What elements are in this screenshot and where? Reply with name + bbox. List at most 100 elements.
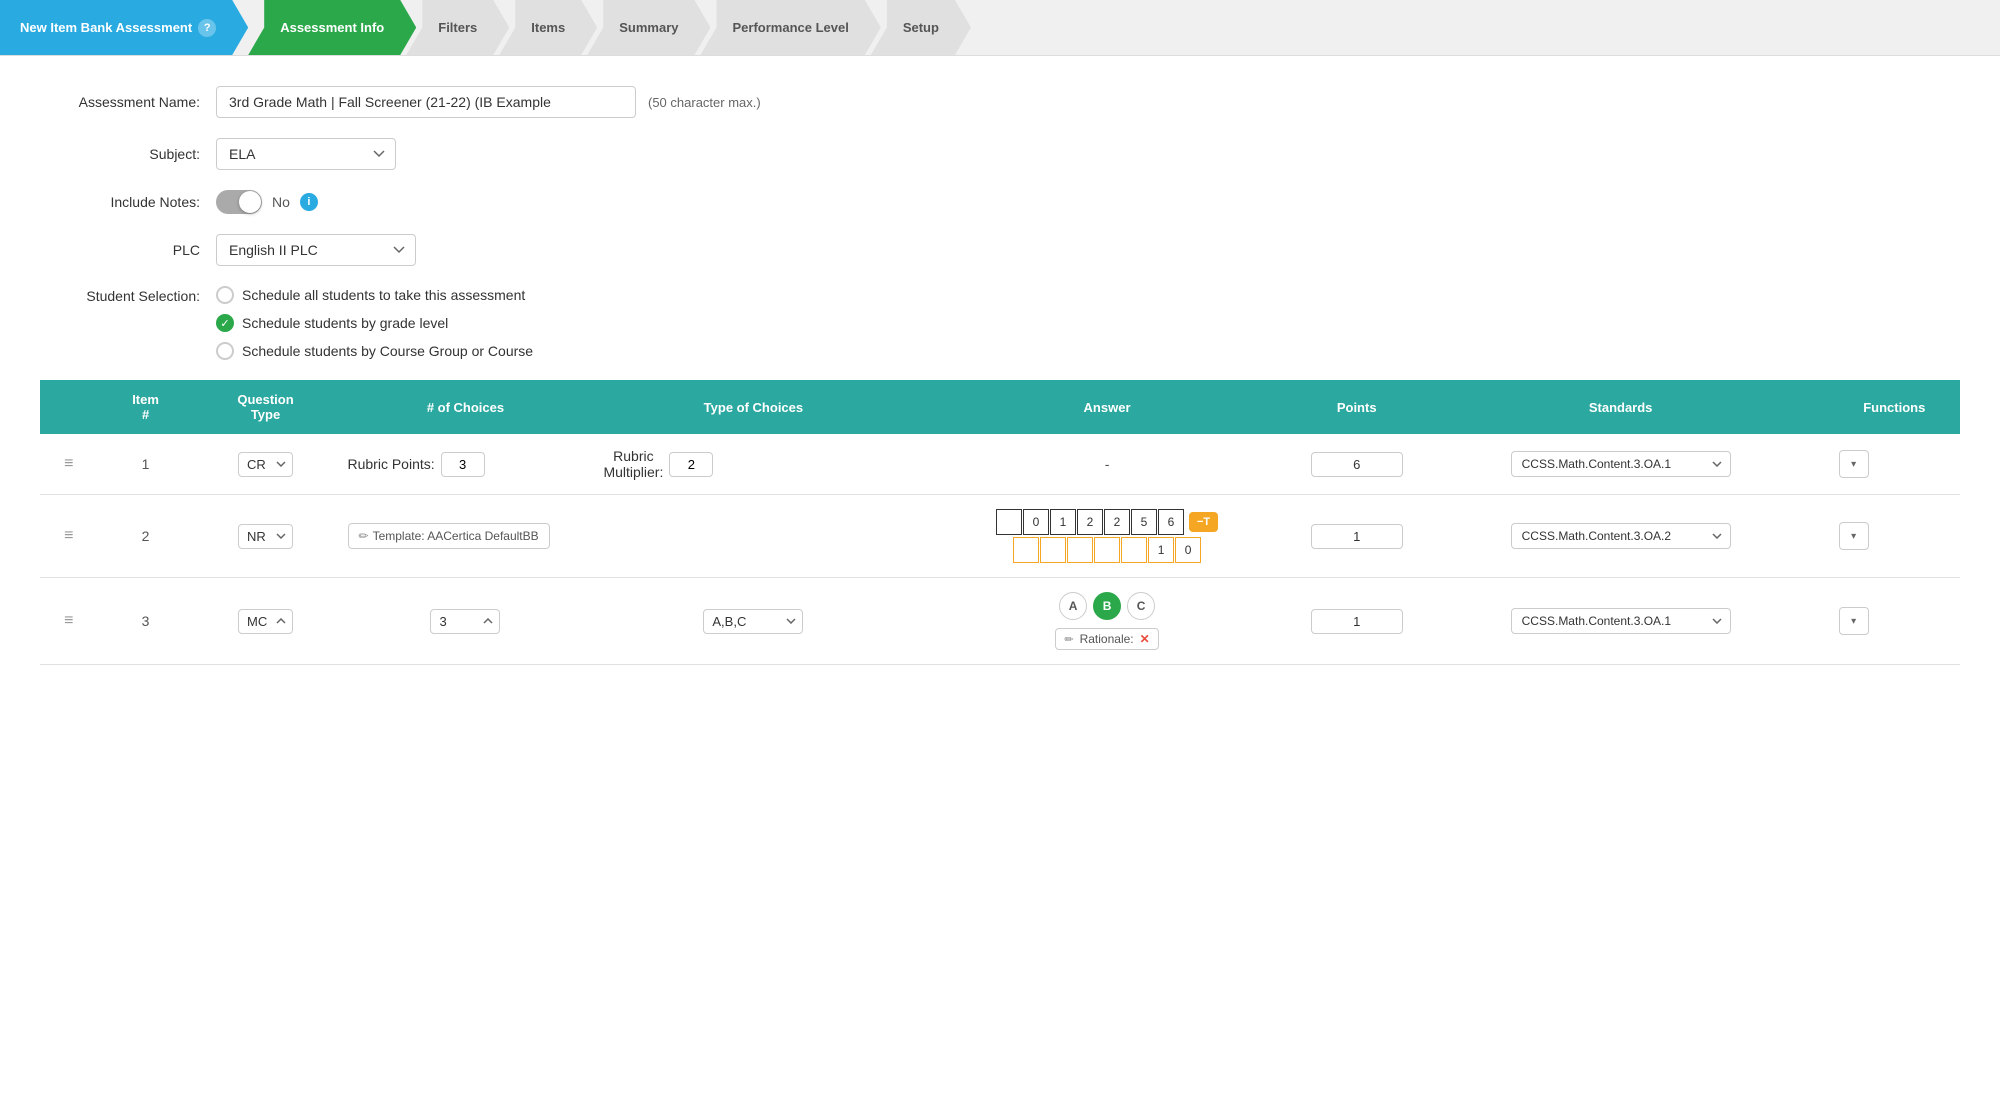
type-choices-cell-2 <box>593 495 913 578</box>
question-type-select-3[interactable]: MC CR NR <box>238 609 293 634</box>
answer-cell-1: - <box>913 434 1300 495</box>
mc-circles-3: A B C <box>1059 592 1155 620</box>
col-item-num: Item# <box>98 380 194 434</box>
mc-circle-C[interactable]: C <box>1127 592 1155 620</box>
subject-select[interactable]: ELA Math Science <box>216 138 396 170</box>
question-type-cell-1: CR NR MC <box>194 434 338 495</box>
nr-t-btn[interactable]: −T <box>1189 512 1218 532</box>
answer-cell-3: A B C ✏ Rationale: ✕ <box>913 578 1300 665</box>
nr-bot-4 <box>1121 537 1147 563</box>
nr-top-4: 2 <box>1104 509 1130 535</box>
nav-item-setup[interactable]: Setup <box>871 0 971 55</box>
col-drag <box>40 380 98 434</box>
question-type-select-1[interactable]: CR NR MC <box>238 452 293 477</box>
col-functions: Functions <box>1829 380 1960 434</box>
standards-cell-1: CCSS.Math.Content.3.OA.1 <box>1413 434 1829 495</box>
table-row: ≡ 3 MC CR NR 3 4 5 <box>40 578 1960 665</box>
num-choices-select-3[interactable]: 3 4 5 <box>430 609 500 634</box>
rubric-points-input-1[interactable] <box>441 452 485 477</box>
toggle-knob <box>239 191 261 213</box>
include-notes-row: Include Notes: No i <box>40 190 1960 214</box>
rubric-row-1: Rubric Points: <box>348 452 584 477</box>
answer-cell-2: 0 1 2 2 5 6 −T <box>913 495 1300 578</box>
nav-item-assessment-info[interactable]: Assessment Info <box>248 0 416 55</box>
drag-handle-cell-2: ≡ <box>40 495 98 578</box>
mc-circle-B[interactable]: B <box>1093 592 1121 620</box>
nr-top-1: 0 <box>1023 509 1049 535</box>
points-cell-1: 6 <box>1301 434 1413 495</box>
student-selection-options: Schedule all students to take this asses… <box>216 286 533 360</box>
template-btn-2[interactable]: ✏ Template: AACertica DefaultBB <box>348 523 550 549</box>
plc-select[interactable]: English II PLC Math PLC <box>216 234 416 266</box>
item-number-1: 1 <box>142 456 150 472</box>
standards-select-1[interactable]: CCSS.Math.Content.3.OA.1 <box>1511 451 1731 477</box>
nav-item-performance-level[interactable]: Performance Level <box>700 0 880 55</box>
type-choices-select-3[interactable]: A,B,C A,B,C,D <box>703 609 803 634</box>
col-num-choices: # of Choices <box>338 380 594 434</box>
student-selection-row: Student Selection: Schedule all students… <box>40 286 1960 360</box>
answer-dash-1: - <box>1105 456 1110 472</box>
student-selection-label: Student Selection: <box>40 286 200 304</box>
functions-cell-3: ▾ <box>1829 578 1960 665</box>
drag-handle-icon-2[interactable]: ≡ <box>64 527 73 544</box>
help-icon[interactable]: ? <box>198 19 216 37</box>
col-question-type: QuestionType <box>194 380 338 434</box>
drag-handle-cell: ≡ <box>40 434 98 495</box>
rationale-x-3[interactable]: ✕ <box>1140 632 1150 646</box>
nav-item-items[interactable]: Items <box>499 0 597 55</box>
table-body: ≡ 1 CR NR MC Rubric Points: <box>40 434 1960 665</box>
standards-select-2[interactable]: CCSS.Math.Content.3.OA.2 <box>1511 523 1731 549</box>
col-answer: Answer <box>913 380 1300 434</box>
nr-bot-3 <box>1094 537 1120 563</box>
nav-item-summary[interactable]: Summary <box>587 0 710 55</box>
col-standards: Standards <box>1413 380 1829 434</box>
include-notes-toggle[interactable] <box>216 190 262 214</box>
nav-item-filters[interactable]: Filters <box>406 0 509 55</box>
standards-select-3[interactable]: CCSS.Math.Content.3.OA.1 <box>1511 608 1731 634</box>
radio-circle-all <box>216 286 234 304</box>
nr-answer-grid-2: 0 1 2 2 5 6 −T <box>923 509 1290 563</box>
navigation-bar: New Item Bank Assessment ? Assessment In… <box>0 0 2000 56</box>
toggle-state-label: No <box>272 194 290 210</box>
rubric-multiplier-input-1[interactable] <box>669 452 713 477</box>
toggle-wrap: No i <box>216 190 318 214</box>
drag-handle-cell-3: ≡ <box>40 578 98 665</box>
nav-label-summary: Summary <box>619 20 678 35</box>
item-num-cell: 1 <box>98 434 194 495</box>
nav-label-items: Items <box>531 20 565 35</box>
item-num-cell-3: 3 <box>98 578 194 665</box>
table-row: ≡ 2 NR CR MC ✏ Template: AACertica Defau… <box>40 495 1960 578</box>
type-choices-cell-3: A,B,C A,B,C,D <box>593 578 913 665</box>
char-limit-label: (50 character max.) <box>648 95 761 110</box>
nav-label-filters: Filters <box>438 20 477 35</box>
rubric-multiplier-row-1: RubricMultiplier: <box>603 448 903 480</box>
nav-item-new-item-bank[interactable]: New Item Bank Assessment ? <box>0 0 248 55</box>
plc-row: PLC English II PLC Math PLC <box>40 234 1960 266</box>
expand-btn-1[interactable]: ▾ <box>1839 450 1869 478</box>
nav-label-new-item-bank: New Item Bank Assessment <box>20 20 192 35</box>
item-number-2: 2 <box>142 528 150 544</box>
functions-cell-1: ▾ <box>1829 434 1960 495</box>
assessment-name-input[interactable] <box>216 86 636 118</box>
info-icon[interactable]: i <box>300 193 318 211</box>
expand-btn-3[interactable]: ▾ <box>1839 607 1869 635</box>
num-choices-cell-3: 3 4 5 <box>338 578 594 665</box>
item-number-3: 3 <box>142 613 150 629</box>
question-type-select-2[interactable]: NR CR MC <box>238 524 293 549</box>
col-points: Points <box>1301 380 1413 434</box>
drag-handle-icon[interactable]: ≡ <box>64 455 73 472</box>
expand-btn-2[interactable]: ▾ <box>1839 522 1869 550</box>
radio-option-grade[interactable]: ✓ Schedule students by grade level <box>216 314 533 332</box>
plc-label: PLC <box>40 242 200 258</box>
pencil-icon-3: ✏ <box>1064 633 1073 646</box>
type-choices-cell-1: RubricMultiplier: <box>593 434 913 495</box>
radio-option-all[interactable]: Schedule all students to take this asses… <box>216 286 533 304</box>
mc-circle-A[interactable]: A <box>1059 592 1087 620</box>
nr-top-3: 2 <box>1077 509 1103 535</box>
drag-handle-icon-3[interactable]: ≡ <box>64 612 73 629</box>
radio-option-course[interactable]: Schedule students by Course Group or Cou… <box>216 342 533 360</box>
nr-bot-1 <box>1040 537 1066 563</box>
item-num-cell-2: 2 <box>98 495 194 578</box>
nr-bottom-row: 1 0 <box>1013 537 1201 563</box>
question-type-cell-3: MC CR NR <box>194 578 338 665</box>
